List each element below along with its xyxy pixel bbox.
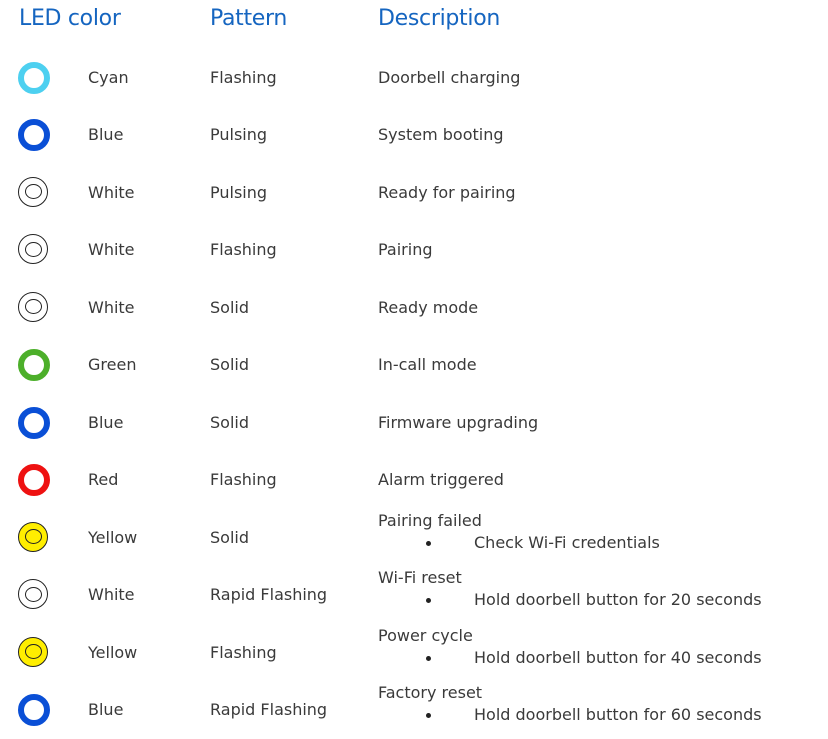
- table-row: Yellow Flashing Power cycleHold doorbell b…: [0, 624, 828, 682]
- description-bullet: Hold doorbell button for 20 seconds: [378, 589, 762, 611]
- led-blue-icon: [18, 694, 50, 726]
- bullet-text: Hold doorbell button for 40 seconds: [474, 648, 762, 667]
- description-text: Factory reset: [378, 682, 762, 704]
- led-pattern: Rapid Flashing: [210, 699, 327, 721]
- led-blue-icon: [18, 407, 50, 439]
- bullet-icon: [426, 598, 431, 603]
- led-green-icon: [18, 349, 50, 381]
- table-row: White Flashing Pairing: [0, 222, 828, 280]
- table-row: Yellow Solid Pairing failedCheck Wi-Fi cre…: [0, 509, 828, 567]
- led-description: Ready mode: [378, 297, 478, 319]
- led-pattern: Solid: [210, 297, 249, 319]
- led-red-icon: [18, 464, 50, 496]
- led-white-icon: [18, 177, 48, 207]
- led-description: Power cycleHold doorbell button for 40 s…: [378, 625, 762, 669]
- description-text: Power cycle: [378, 625, 762, 647]
- bullet-icon: [426, 541, 431, 546]
- header-description: Description: [378, 4, 500, 34]
- led-description: Alarm triggered: [378, 469, 504, 491]
- led-description: Factory resetHold doorbell button for 60…: [378, 682, 762, 726]
- led-table-body: Cyan Flashing Doorbell charging Blue Pulsing…: [0, 49, 828, 739]
- led-color-name: Yellow: [88, 642, 137, 664]
- led-blue-icon: [18, 119, 50, 151]
- led-color-name: White: [88, 584, 135, 606]
- table-header: LED color Pattern Description: [0, 4, 828, 36]
- led-pattern: Pulsing: [210, 124, 267, 146]
- header-led-color: LED color: [19, 4, 121, 34]
- led-white-icon: [18, 292, 48, 322]
- led-pattern: Pulsing: [210, 182, 267, 204]
- led-color-name: White: [88, 297, 135, 319]
- led-pattern: Flashing: [210, 642, 277, 664]
- led-color-name: Yellow: [88, 527, 137, 549]
- bullet-icon: [426, 656, 431, 661]
- led-pattern: Flashing: [210, 239, 277, 261]
- led-color-name: Cyan: [88, 67, 129, 89]
- led-yellow-icon: [18, 637, 48, 667]
- led-color-name: Blue: [88, 412, 123, 434]
- description-bullet: Check Wi-Fi credentials: [378, 532, 660, 554]
- description-bullet: Hold doorbell button for 40 seconds: [378, 647, 762, 669]
- led-white-icon: [18, 579, 48, 609]
- led-description: Pairing: [378, 239, 433, 261]
- bullet-text: Hold doorbell button for 20 seconds: [474, 590, 762, 609]
- table-row: Cyan Flashing Doorbell charging: [0, 49, 828, 107]
- led-description: Wi-Fi resetHold doorbell button for 20 s…: [378, 567, 762, 611]
- led-color-name: Blue: [88, 124, 123, 146]
- led-color-name: Green: [88, 354, 136, 376]
- led-white-icon: [18, 234, 48, 264]
- table-row: Blue Solid Firmware upgrading: [0, 394, 828, 452]
- description-bullet: Hold doorbell button for 60 seconds: [378, 704, 762, 726]
- led-color-name: Blue: [88, 699, 123, 721]
- table-row: White Pulsing Ready for pairing: [0, 164, 828, 222]
- table-row: Blue Pulsing System booting: [0, 107, 828, 165]
- header-pattern: Pattern: [210, 4, 287, 34]
- led-description: System booting: [378, 124, 504, 146]
- led-pattern: Rapid Flashing: [210, 584, 327, 606]
- led-yellow-icon: [18, 522, 48, 552]
- led-description: Ready for pairing: [378, 182, 516, 204]
- description-text: Pairing failed: [378, 510, 660, 532]
- led-description: Doorbell charging: [378, 67, 520, 89]
- led-pattern: Solid: [210, 354, 249, 376]
- description-text: Wi-Fi reset: [378, 567, 762, 589]
- table-row: Green Solid In-call mode: [0, 337, 828, 395]
- led-description: Firmware upgrading: [378, 412, 538, 434]
- led-cyan-icon: [18, 62, 50, 94]
- led-color-name: Red: [88, 469, 118, 491]
- led-color-name: White: [88, 182, 135, 204]
- table-row: Red Flashing Alarm triggered: [0, 452, 828, 510]
- led-description: In-call mode: [378, 354, 477, 376]
- bullet-icon: [426, 713, 431, 718]
- bullet-text: Check Wi-Fi credentials: [474, 533, 660, 552]
- table-row: White Rapid Flashing Wi-Fi resetHold doorb…: [0, 567, 828, 625]
- bullet-text: Hold doorbell button for 60 seconds: [474, 705, 762, 724]
- led-pattern: Flashing: [210, 469, 277, 491]
- led-pattern: Flashing: [210, 67, 277, 89]
- led-pattern: Solid: [210, 527, 249, 549]
- led-pattern: Solid: [210, 412, 249, 434]
- led-description: Pairing failedCheck Wi-Fi credentials: [378, 510, 660, 554]
- table-row: White Solid Ready mode: [0, 279, 828, 337]
- table-row: Blue Rapid Flashing Factory resetHold door…: [0, 682, 828, 739]
- led-color-name: White: [88, 239, 135, 261]
